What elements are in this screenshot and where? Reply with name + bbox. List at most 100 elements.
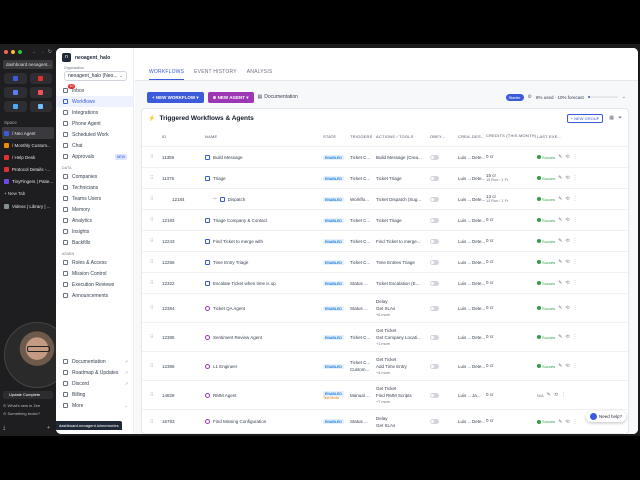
more-icon[interactable]: ⋮: [573, 154, 578, 160]
edit-icon[interactable]: ✎: [558, 305, 562, 311]
sidebar-item-execution-reviews[interactable]: Execution Reviews: [56, 279, 133, 290]
obey-toggle[interactable]: [430, 363, 439, 369]
new-workflow-button[interactable]: + NEW WORKFLOW ▾: [147, 91, 204, 103]
history-icon[interactable]: ⟲: [565, 175, 569, 181]
edit-icon[interactable]: ✎: [558, 419, 562, 425]
table-row[interactable]: ⠿ 11375 Triage ENABLED Ticket C... Ticket Tri…: [142, 168, 628, 189]
row-name-label[interactable]: Escalate Ticket when time is up: [213, 281, 276, 286]
drag-handle-icon[interactable]: ⠿: [142, 280, 162, 286]
sidebar-item-backfills[interactable]: Backfills: [56, 237, 133, 248]
obey-toggle[interactable]: [430, 392, 439, 398]
drag-handle-icon[interactable]: ⠿: [142, 305, 162, 311]
browser-tab[interactable]: / Neo Agent: [2, 127, 54, 139]
more-icon[interactable]: ⋮: [573, 305, 578, 311]
whats-new-link[interactable]: ⊙ What's new in Zen: [3, 403, 40, 408]
tab-event-history[interactable]: EVENT HISTORY: [194, 69, 237, 80]
column-header[interactable]: DES...: [472, 134, 486, 139]
new-tab-button[interactable]: + New Tab: [0, 187, 56, 200]
obey-toggle[interactable]: [430, 175, 439, 181]
pinned-tab[interactable]: [4, 87, 27, 98]
browser-tab-videos[interactable]: Videos | Library | ...: [0, 200, 56, 212]
history-icon[interactable]: ⟲: [565, 154, 569, 160]
column-header[interactable]: STATE: [323, 134, 350, 139]
history-icon[interactable]: ⟲: [565, 280, 569, 286]
obey-toggle[interactable]: [430, 196, 439, 202]
drag-handle-icon[interactable]: ⠿: [142, 392, 162, 398]
table-row[interactable]: ⠿ 12256 Time Entry Triage ENABLED Ticket C..…: [142, 252, 628, 273]
sidebar-item-announcements[interactable]: Announcements: [56, 290, 133, 301]
history-icon[interactable]: ⟲: [565, 363, 569, 369]
table-row[interactable]: ⠿ 12322 Escalate Ticket when time is up ENA…: [142, 273, 628, 294]
column-header[interactable]: OBEY...: [430, 134, 458, 139]
table-row[interactable]: ⠿ 12385 Sentiment Review Agent ENABLED Ticke…: [142, 323, 628, 352]
column-header[interactable]: ID: [162, 134, 205, 139]
pinned-tab[interactable]: [29, 73, 52, 84]
browser-tab[interactable]: / Help Desk: [0, 151, 56, 163]
reload-icon[interactable]: ↻: [48, 49, 52, 55]
sidebar-item-insights[interactable]: Insights: [56, 226, 133, 237]
table-row[interactable]: ⠿ 12184 ↪ Dispatch ENABLED Workflo... Ticket D…: [142, 189, 628, 210]
column-header[interactable]: NAME: [205, 134, 323, 139]
obey-toggle[interactable]: [430, 154, 439, 160]
sidebar-item-chat[interactable]: Chat: [56, 140, 133, 151]
tab-workflows[interactable]: WORKFLOWS: [149, 69, 185, 80]
sidebar-item-workflows[interactable]: Workflows: [56, 96, 133, 107]
drag-handle-icon[interactable]: ⠿: [142, 196, 162, 202]
more-icon[interactable]: ⋮: [573, 217, 578, 223]
edit-icon[interactable]: ✎: [558, 238, 562, 244]
column-header[interactable]: TRIGGERS: [350, 134, 376, 139]
pinned-tab[interactable]: [29, 101, 52, 112]
edit-icon[interactable]: ✎: [558, 259, 562, 265]
more-icon[interactable]: ⋮: [573, 259, 578, 265]
close-window-button[interactable]: [4, 50, 8, 54]
minimize-window-button[interactable]: [11, 50, 15, 54]
column-header[interactable]: CREA...: [458, 134, 472, 139]
pinned-tab[interactable]: [4, 101, 27, 112]
more-icon[interactable]: ⋮: [573, 280, 578, 286]
sidebar-item-approvals[interactable]: Approvals NEW: [56, 151, 133, 162]
history-icon[interactable]: ⟲: [565, 217, 569, 223]
chevron-down-icon[interactable]: ⌄: [622, 94, 626, 100]
column-header[interactable]: ACTIONS / TOOLS: [376, 133, 430, 140]
edit-icon[interactable]: ✎: [558, 280, 562, 286]
sidebar-item-discord[interactable]: Discord ↗: [56, 378, 134, 389]
add-icon[interactable]: +: [47, 425, 50, 431]
row-name-label[interactable]: Triage: [213, 176, 226, 181]
browser-tab[interactable]: Protocol Details -...: [0, 163, 56, 175]
sidebar-item-analytics[interactable]: Analytics: [56, 215, 133, 226]
edit-icon[interactable]: ✎: [558, 217, 562, 223]
sidebar-item-inbox[interactable]: Inbox 10: [56, 84, 133, 96]
row-name-label[interactable]: Time Entry Triage: [213, 260, 248, 265]
more-icon[interactable]: ⋮: [573, 175, 578, 181]
table-row[interactable]: ⠿ 14828 RMM Agent ENABLED Test Mode Manual ..…: [142, 381, 628, 410]
sidebar-item-phone-agent[interactable]: Phone Agent: [56, 118, 133, 129]
download-icon[interactable]: ⤓: [3, 425, 5, 431]
obey-toggle[interactable]: [430, 259, 439, 265]
history-icon[interactable]: ⟲: [565, 305, 569, 311]
table-row[interactable]: ⠿ 12384 Ticket QA Agent ENABLED Status ... De…: [142, 294, 628, 323]
drag-handle-icon[interactable]: ⠿: [142, 217, 162, 223]
browser-tab[interactable]: / Monthly Custom...: [0, 139, 56, 151]
new-group-button[interactable]: + NEW GROUP: [566, 113, 604, 123]
sidebar-item-billing[interactable]: Billing: [56, 389, 134, 400]
edit-icon[interactable]: ✎: [558, 363, 562, 369]
pinned-tab[interactable]: [29, 87, 52, 98]
address-bar[interactable]: dashboard.neoagent...: [3, 60, 53, 69]
something-broke-link[interactable]: ⊙ Something broke?: [3, 411, 40, 416]
edit-icon[interactable]: ✎: [558, 154, 562, 160]
back-icon[interactable]: ←: [32, 49, 37, 55]
documentation-link[interactable]: ▤ Documentation: [258, 94, 298, 100]
row-name-label[interactable]: Dispatch: [228, 197, 246, 202]
more-icon[interactable]: ⋮: [573, 363, 578, 369]
obey-toggle[interactable]: [430, 419, 439, 424]
obey-toggle[interactable]: [430, 280, 439, 286]
grid-view-icon[interactable]: ▦: [609, 115, 614, 121]
more-icon[interactable]: ⋮: [561, 392, 566, 398]
settings-icon[interactable]: ⚙: [528, 94, 532, 100]
history-icon[interactable]: ⟲: [565, 419, 569, 425]
more-icon[interactable]: ⋮: [573, 196, 578, 202]
table-row[interactable]: ⠿ 16793 Find Missing Configuration ENABLED S…: [142, 410, 628, 434]
sidebar-item-integrations[interactable]: Integrations: [56, 107, 133, 118]
obey-toggle[interactable]: [430, 217, 439, 223]
update-status[interactable]: Update Complete: [3, 391, 53, 399]
